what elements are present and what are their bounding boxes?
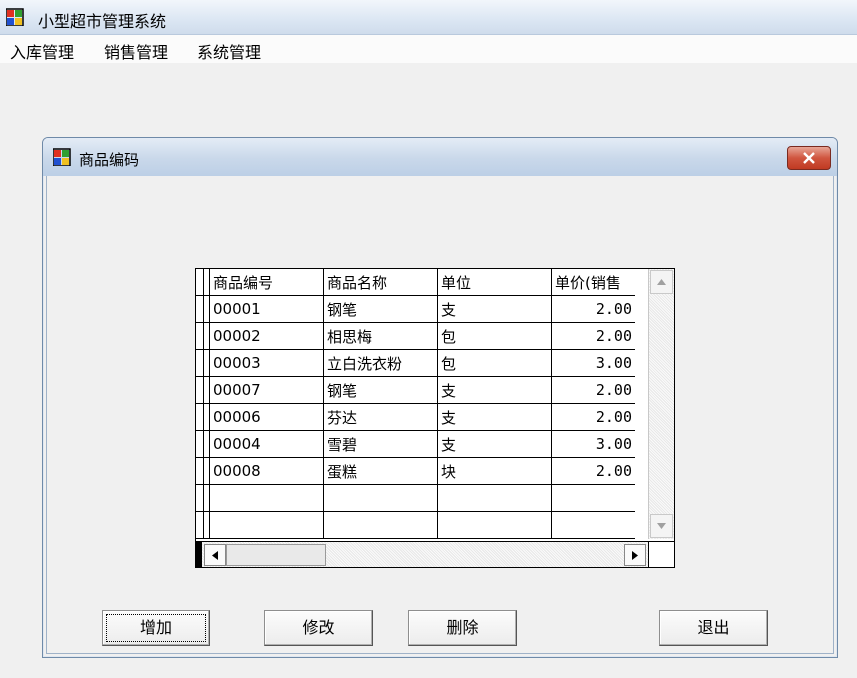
cell-price[interactable]: 2.00 <box>551 295 635 323</box>
menu-item-sales[interactable]: 销售管理 <box>104 39 168 63</box>
cell-name[interactable]: 钢笔 <box>323 376 438 404</box>
column-header-name[interactable]: 商品名称 <box>323 269 438 296</box>
cell-price[interactable]: 2.00 <box>551 457 635 485</box>
cell-code[interactable]: 00006 <box>209 403 324 431</box>
arrow-left-icon <box>212 550 218 560</box>
cell-price[interactable]: 3.00 <box>551 349 635 377</box>
cell-unit[interactable]: 支 <box>437 403 552 431</box>
cell-unit[interactable]: 包 <box>437 322 552 350</box>
dialog-body: 商品编号 商品名称 单位 单价(销售 00001 钢笔支 2.00 00002 相思梅包… <box>46 176 834 654</box>
cell-unit[interactable] <box>437 511 552 539</box>
table-row[interactable] <box>196 484 635 512</box>
table-row[interactable]: 00006 芬达支 2.00 <box>196 403 635 431</box>
cell-unit[interactable] <box>437 484 552 512</box>
row-selector[interactable] <box>196 322 204 350</box>
cell-code[interactable] <box>209 484 324 512</box>
table-row[interactable]: 00004 雪碧支 3.00 <box>196 430 635 458</box>
table-header-row: 商品编号 商品名称 单位 单价(销售 <box>196 269 635 296</box>
cell-name[interactable] <box>323 511 438 539</box>
table-row[interactable]: 00002 相思梅包 2.00 <box>196 322 635 350</box>
cell-code[interactable]: 00001 <box>209 295 324 323</box>
row-selector[interactable] <box>196 295 204 323</box>
cell-price[interactable]: 2.00 <box>551 322 635 350</box>
cell-code[interactable]: 00007 <box>209 376 324 404</box>
cell-code[interactable]: 00002 <box>209 322 324 350</box>
close-x-icon <box>803 152 815 164</box>
product-code-dialog: 商品编码 商品编号 商品名称 单位 单价(销售 00001 钢笔 支 2.00 … <box>42 137 838 658</box>
app-titlebar: 小型超市管理系统 <box>0 0 857 35</box>
cell-unit[interactable]: 包 <box>437 349 552 377</box>
cell-unit[interactable]: 支 <box>437 295 552 323</box>
horizontal-scroll-thumb[interactable] <box>226 544 326 566</box>
dialog-titlebar[interactable]: 商品编码 <box>43 138 837 176</box>
app-title: 小型超市管理系统 <box>38 12 167 31</box>
row-selector-header <box>196 269 204 296</box>
column-header-price[interactable]: 单价(销售 <box>551 269 635 296</box>
arrow-down-icon <box>657 523 666 529</box>
row-selector[interactable] <box>196 511 204 539</box>
menu-bar: 入库管理 销售管理 系统管理 <box>0 35 857 63</box>
cell-name[interactable]: 立白洗衣粉 <box>323 349 438 377</box>
arrow-up-icon <box>657 279 666 285</box>
cell-name[interactable] <box>323 484 438 512</box>
cell-price[interactable] <box>551 484 635 512</box>
add-button-label: 增加 <box>106 614 206 642</box>
table-row[interactable]: 00003 立白洗衣粉包 3.00 <box>196 349 635 377</box>
menu-item-stock-in[interactable]: 入库管理 <box>10 39 74 63</box>
column-header-unit[interactable]: 单位 <box>437 269 552 296</box>
scroll-left-button[interactable] <box>204 544 226 566</box>
table-row[interactable] <box>196 511 635 539</box>
cell-name[interactable]: 钢笔 <box>323 295 438 323</box>
table-row[interactable]: 00008 蛋糕块 2.00 <box>196 457 635 485</box>
cell-price[interactable]: 3.00 <box>551 430 635 458</box>
grid-row-marker <box>196 542 202 567</box>
cell-code[interactable]: 00008 <box>209 457 324 485</box>
row-selector[interactable] <box>196 349 204 377</box>
cell-name[interactable]: 雪碧 <box>323 430 438 458</box>
scroll-up-button[interactable] <box>650 270 673 294</box>
cell-price[interactable]: 2.00 <box>551 403 635 431</box>
column-header-code[interactable]: 商品编号 <box>209 269 324 296</box>
cell-unit[interactable]: 块 <box>437 457 552 485</box>
product-grid[interactable]: 商品编号 商品名称 单位 单价(销售 00001 钢笔支 2.00 00002 相思梅包… <box>195 268 675 568</box>
table-row[interactable]: 00001 钢笔支 2.00 <box>196 295 635 323</box>
scroll-down-button[interactable] <box>650 514 673 538</box>
cell-code[interactable] <box>209 511 324 539</box>
dialog-title: 商品编码 <box>79 151 140 169</box>
cell-name[interactable]: 相思梅 <box>323 322 438 350</box>
cell-unit[interactable]: 支 <box>437 376 552 404</box>
scrollbar-corner <box>648 541 674 567</box>
cell-code[interactable]: 00003 <box>209 349 324 377</box>
exit-button[interactable]: 退出 <box>659 610 768 646</box>
table-row[interactable]: 00007 钢笔支 2.00 <box>196 376 635 404</box>
cell-price[interactable] <box>551 511 635 539</box>
scroll-right-button[interactable] <box>624 544 646 566</box>
vertical-scrollbar[interactable] <box>648 269 674 539</box>
dialog-windows-icon <box>53 148 71 166</box>
horizontal-scrollbar[interactable] <box>196 541 648 567</box>
row-selector[interactable] <box>196 484 204 512</box>
app-windows-icon <box>6 8 24 26</box>
dialog-close-button[interactable] <box>787 146 831 170</box>
arrow-right-icon <box>632 550 638 560</box>
add-button[interactable]: 增加 <box>102 610 210 646</box>
cell-name[interactable]: 蛋糕 <box>323 457 438 485</box>
cell-code[interactable]: 00004 <box>209 430 324 458</box>
cell-unit[interactable]: 支 <box>437 430 552 458</box>
row-selector[interactable] <box>196 430 204 458</box>
delete-button[interactable]: 删除 <box>408 610 517 646</box>
cell-name[interactable]: 芬达 <box>323 403 438 431</box>
menu-item-system[interactable]: 系统管理 <box>197 39 261 63</box>
row-selector[interactable] <box>196 457 204 485</box>
cell-price[interactable]: 2.00 <box>551 376 635 404</box>
product-table: 商品编号 商品名称 单位 单价(销售 00001 钢笔支 2.00 00002 相思梅包… <box>196 269 635 539</box>
row-selector[interactable] <box>196 376 204 404</box>
row-selector[interactable] <box>196 403 204 431</box>
edit-button[interactable]: 修改 <box>264 610 373 646</box>
